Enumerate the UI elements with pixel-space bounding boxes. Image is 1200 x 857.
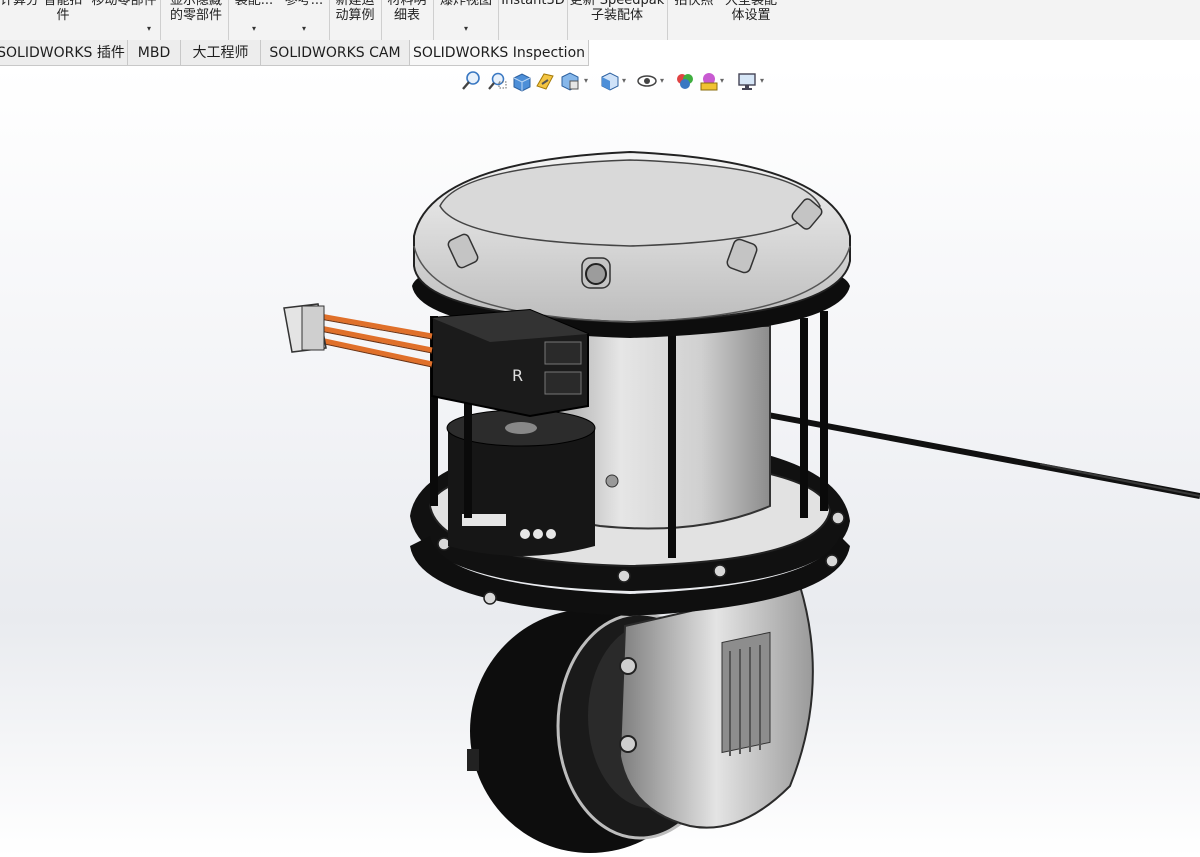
chevron-down-icon[interactable]: ▾ (138, 20, 160, 38)
motor-shaft (505, 422, 537, 434)
tab-solidworks-inspection[interactable]: SOLIDWORKS Inspection (409, 40, 589, 66)
large-assembly-settings-button[interactable]: 大型装配 体设置 (720, 0, 782, 40)
assembly-features-label: 装配... (234, 0, 274, 8)
controller-port (544, 371, 582, 395)
instant3d-button[interactable]: Instant3D (500, 0, 566, 40)
controller-port (544, 341, 582, 365)
motor-connectors (520, 529, 556, 539)
section-view-icon[interactable] (534, 70, 556, 92)
take-snapshot-label: 拍快照 (674, 0, 714, 8)
update-speedpak-button[interactable]: 更新 Speedpak 子装配体 (568, 0, 666, 40)
chevron-down-icon[interactable]: ▾ (280, 20, 328, 38)
tab-mbd[interactable]: MBD (127, 40, 181, 66)
cylinder-port (605, 474, 619, 488)
exploded-view-button[interactable]: 爆炸视图 ▾ (434, 0, 498, 40)
hub-motor-housing (618, 584, 814, 829)
take-snapshot-button[interactable]: 拍快照 (668, 0, 720, 40)
previous-view-icon[interactable] (510, 70, 532, 92)
hub-bolt (619, 735, 637, 753)
power-cables (319, 313, 433, 367)
assembly-features-button[interactable]: 装配... ▾ (230, 0, 278, 40)
new-motion-study-button[interactable]: 新建运 动算例 (330, 0, 380, 40)
graphics-area[interactable]: R (0, 66, 1200, 857)
tab-solidworks-cam[interactable]: SOLIDWORKS CAM (260, 40, 410, 66)
hide-show-items-icon[interactable] (674, 70, 696, 92)
controller-logo: R (512, 366, 523, 385)
display-style-icon[interactable] (636, 70, 658, 92)
cover-screw (585, 263, 607, 285)
calc-button-label: 计算分 (0, 0, 40, 8)
show-hidden-label-2: 的零部件 (169, 8, 222, 23)
chevron-down-icon[interactable]: ▾ (760, 76, 764, 85)
command-manager-tabs: SOLIDWORKS 插件 MBD 大工程师 SOLIDWORKS CAM SO… (0, 40, 1200, 66)
xt-connector-body (301, 305, 325, 351)
chevron-down-icon[interactable]: ▾ (434, 20, 498, 38)
chevron-down-icon[interactable]: ▾ (720, 76, 724, 85)
ribbon-divider (498, 0, 499, 40)
command-manager-ribbon: 计算分 智能扣 件 移动零部件 ▾ 显示隐藏 的零部件 装配... ▾ 参考..… (0, 0, 1200, 41)
chevron-down-icon[interactable]: ▾ (660, 76, 664, 85)
edit-appearance-icon[interactable] (698, 70, 720, 92)
zoom-to-fit-icon[interactable] (460, 70, 482, 92)
show-hidden-components-button[interactable]: 显示隐藏 的零部件 (164, 0, 228, 40)
move-component-label: 移动零部件 (91, 0, 157, 8)
axle-stub (467, 749, 479, 771)
reference-geometry-button[interactable]: 参考... ▾ (280, 0, 328, 40)
large-assembly-label-2: 体设置 (731, 8, 771, 23)
chevron-down-icon[interactable]: ▾ (622, 76, 626, 85)
reference-geometry-label: 参考... (284, 0, 324, 8)
bill-of-materials-button[interactable]: 材料明 细表 (382, 0, 432, 40)
ribbon-divider (160, 0, 161, 40)
hub-bolt (619, 657, 637, 675)
chevron-down-icon[interactable]: ▾ (230, 20, 278, 38)
zoom-to-area-icon[interactable] (486, 70, 508, 92)
smart-fastener-label-2: 件 (56, 8, 70, 23)
view-orientation-icon[interactable] (598, 70, 620, 92)
smart-fastener-button[interactable]: 智能扣 件 (38, 0, 88, 40)
move-component-button[interactable]: 移动零部件 ▾ (88, 0, 160, 40)
ribbon-divider (228, 0, 229, 40)
tab-dagongchengshi[interactable]: 大工程师 (180, 40, 261, 66)
exploded-view-label: 爆炸视图 (439, 0, 492, 8)
dynamic-annotation-icon[interactable] (558, 70, 580, 92)
robot-wheel-module-model[interactable]: R (0, 66, 1200, 857)
bill-of-materials-label-2: 细表 (393, 8, 420, 23)
update-speedpak-label-2: 子装配体 (590, 8, 643, 23)
instant3d-label: Instant3D (501, 0, 565, 8)
new-motion-study-label-2: 动算例 (335, 8, 375, 23)
chevron-down-icon[interactable]: ▾ (584, 76, 588, 85)
view-settings-icon[interactable] (736, 70, 758, 92)
calc-button[interactable]: 计算分 (0, 0, 40, 40)
tab-solidworks-addins[interactable]: SOLIDWORKS 插件 (0, 40, 128, 66)
cable-highlight (1039, 463, 1200, 497)
